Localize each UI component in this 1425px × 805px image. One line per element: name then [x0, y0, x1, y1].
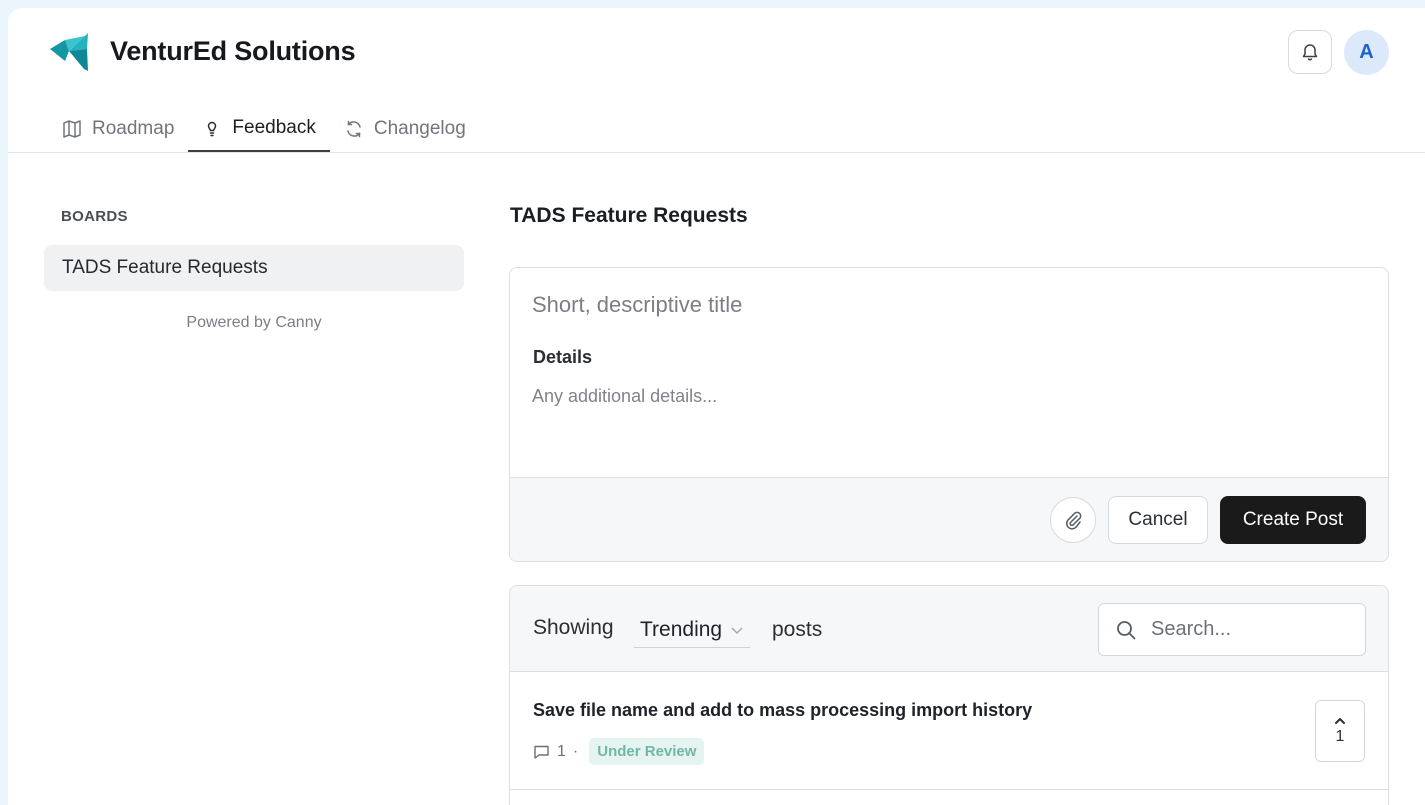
- sidebar-item-tads-feature-requests[interactable]: TADS Feature Requests: [44, 245, 464, 291]
- header-divider: [8, 152, 1425, 153]
- post-title[interactable]: Save file name and add to mass processin…: [533, 700, 1032, 721]
- posts-label: posts: [772, 618, 823, 641]
- tab-label: Feedback: [232, 117, 316, 138]
- tab-roadmap[interactable]: Roadmap: [48, 106, 188, 152]
- avatar-initial: A: [1359, 41, 1374, 63]
- boards-heading: BOARDS: [61, 208, 128, 225]
- details-label: Details: [533, 347, 593, 367]
- cancel-button[interactable]: Cancel: [1108, 496, 1208, 544]
- main-tabs: Roadmap Feedback Changelog: [48, 106, 480, 152]
- bell-icon: [1302, 44, 1318, 61]
- powered-by-link[interactable]: Powered by Canny: [44, 314, 464, 332]
- lightbulb-icon: [208, 121, 217, 137]
- brand-name: VenturEd Solutions: [110, 35, 356, 66]
- tab-label: Changelog: [373, 118, 466, 139]
- map-icon: [63, 120, 81, 138]
- tab-changelog[interactable]: Changelog: [330, 106, 480, 152]
- form-footer: Cancel Create Post: [510, 477, 1388, 561]
- tab-label: Roadmap: [92, 118, 175, 139]
- post-details-input[interactable]: [532, 386, 1352, 446]
- new-post-form: Details Cancel Create Post: [509, 267, 1389, 562]
- page-title: TADS Feature Requests: [510, 204, 748, 227]
- sort-dropdown[interactable]: Trending: [634, 612, 751, 648]
- search-icon: [1117, 620, 1136, 639]
- chevron-up-icon: [1335, 717, 1345, 724]
- posts-list: Showing Trending posts Save file name an…: [509, 585, 1389, 805]
- chevron-down-icon: [731, 626, 743, 634]
- list-item[interactable]: Save file name and add to mass processin…: [510, 672, 1388, 790]
- sidebar-item-label: TADS Feature Requests: [62, 257, 268, 278]
- post-title-input[interactable]: [532, 288, 1352, 322]
- meta-separator: ·: [572, 742, 579, 760]
- showing-label: Showing: [533, 616, 614, 639]
- avatar[interactable]: A: [1344, 30, 1389, 75]
- vote-count: 1: [1335, 728, 1345, 745]
- tab-feedback[interactable]: Feedback: [188, 106, 330, 152]
- app-window: VenturEd Solutions A Roadmap Feedback Ch…: [8, 8, 1425, 805]
- paperclip-icon: [1066, 511, 1082, 530]
- sort-value: Trending: [640, 617, 723, 641]
- brand-logo-icon: [50, 33, 88, 71]
- status-badge: Under Review: [589, 738, 705, 765]
- comment-icon: [534, 745, 549, 759]
- notifications-button[interactable]: [1288, 30, 1332, 74]
- post-meta: 1 · Under Review: [533, 738, 705, 765]
- attach-file-button[interactable]: [1050, 497, 1096, 543]
- search-input[interactable]: [1149, 617, 1343, 642]
- posts-list-header: Showing Trending posts: [510, 586, 1388, 672]
- comment-count: 1: [557, 742, 566, 760]
- upvote-button[interactable]: 1: [1315, 700, 1365, 762]
- search-field[interactable]: [1098, 603, 1366, 656]
- create-post-button[interactable]: Create Post: [1220, 496, 1366, 544]
- brand[interactable]: VenturEd Solutions: [50, 28, 356, 74]
- refresh-icon: [347, 120, 361, 138]
